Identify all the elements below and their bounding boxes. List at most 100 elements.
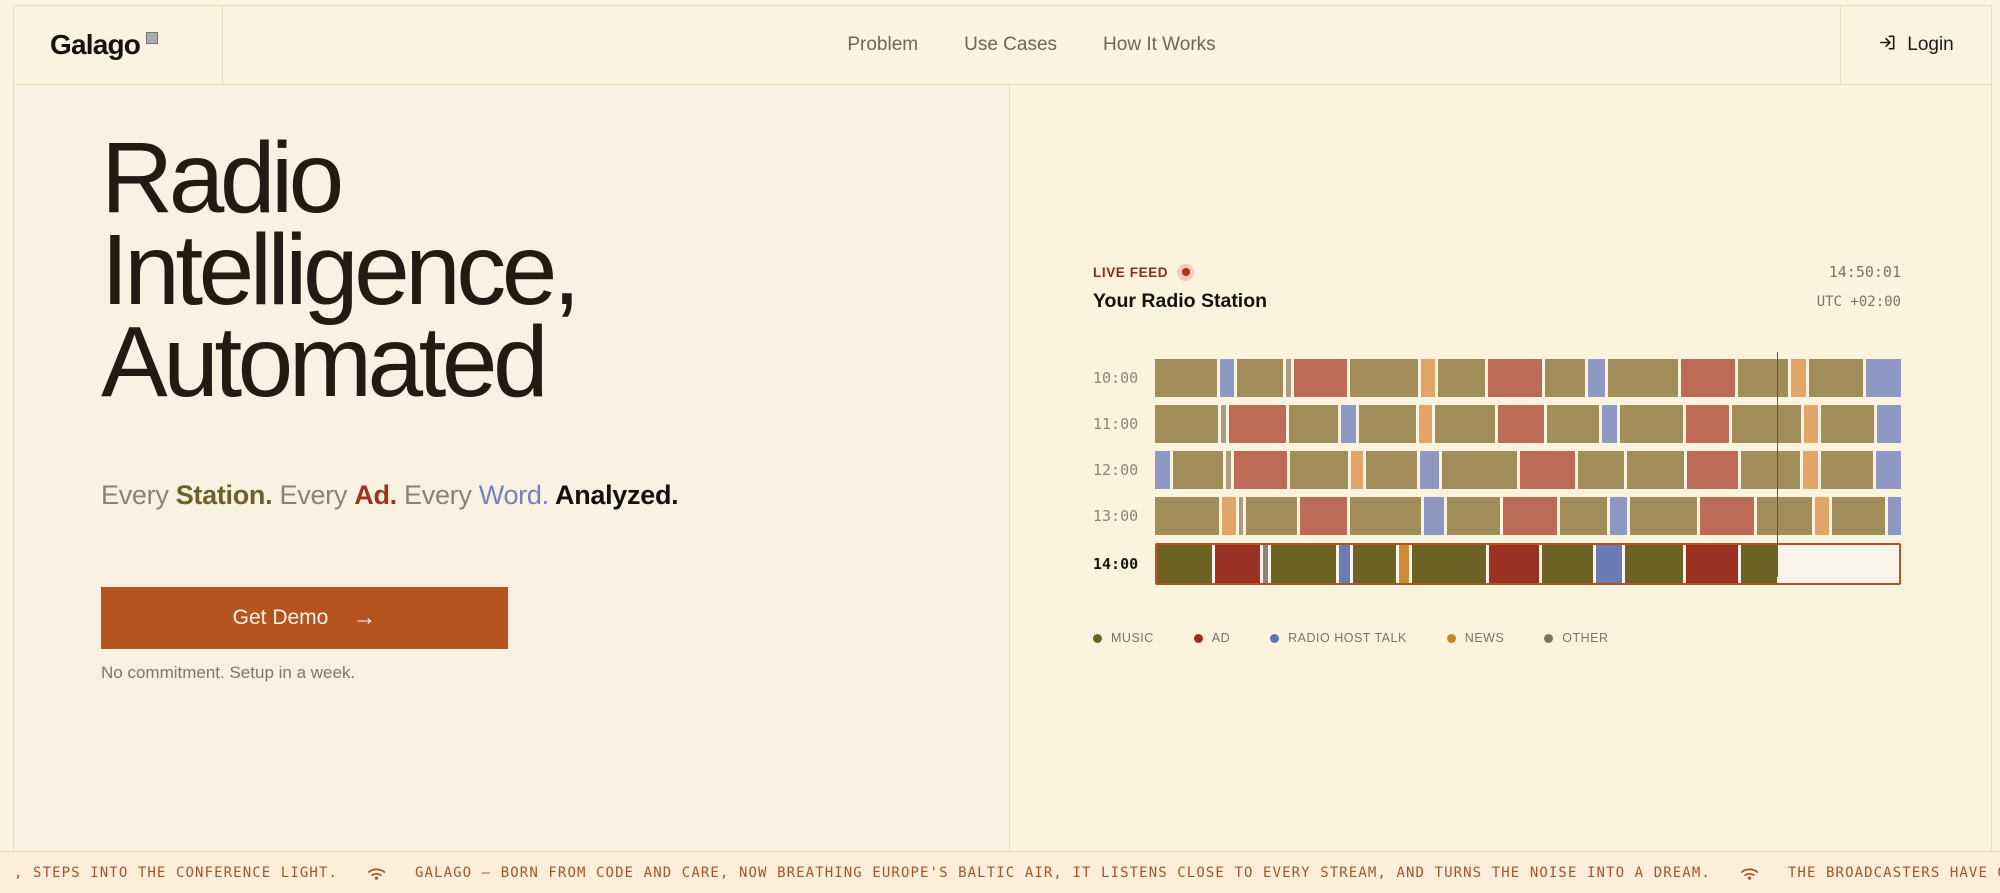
segment-music <box>1624 545 1684 583</box>
tagline-segment-muted: Every <box>396 480 479 510</box>
segment-news <box>1419 405 1433 443</box>
get-demo-label: Get Demo <box>232 606 329 629</box>
brand-name: Galago <box>50 29 141 60</box>
timeline-row-1200: 12:00 <box>1093 451 1901 489</box>
legend-dot-icon <box>1193 633 1203 643</box>
segment-ad <box>1228 405 1286 443</box>
segment-other <box>1263 545 1268 583</box>
brand-logo[interactable]: Galago <box>14 6 223 84</box>
login-button[interactable]: Login <box>1840 6 1991 84</box>
segment-news <box>1790 359 1806 397</box>
segment-host <box>1587 359 1606 397</box>
legend-dot-icon <box>1544 633 1554 643</box>
segment-music <box>1349 359 1418 397</box>
title-line-1: Radio <box>101 122 344 234</box>
legend-item-radio-host-talk: RADIO HOST TALK <box>1270 631 1407 645</box>
segment-ad <box>1498 405 1545 443</box>
segment-music <box>1740 545 1777 583</box>
segment-ad <box>1503 497 1558 535</box>
tagline-segment-ad: Ad. <box>354 480 397 510</box>
segment-music <box>1441 451 1517 489</box>
segment-ad <box>1487 359 1542 397</box>
segment-music <box>1757 497 1812 535</box>
timeline-row-label: 13:00 <box>1093 507 1139 525</box>
segment-music <box>1271 545 1336 583</box>
timeline-row-bars <box>1155 497 1901 535</box>
live-feed-badge: LIVE FEED <box>1093 263 1195 281</box>
segment-ad <box>1700 497 1755 535</box>
content: Radio Intelligence, Automated Every Stat… <box>14 85 1991 851</box>
nav-item-use-cases[interactable]: Use Cases <box>964 34 1057 56</box>
segment-music <box>1737 359 1788 397</box>
login-label: Login <box>1907 34 1954 55</box>
segment-host <box>1219 359 1235 397</box>
segment-music <box>1831 497 1885 535</box>
segment-news <box>1803 405 1819 443</box>
news-ticker: , STEPS INTO THE CONFERENCE LIGHT. GALAG… <box>0 851 2000 893</box>
live-dot-icon <box>1177 263 1195 281</box>
segment-music <box>1608 359 1678 397</box>
segment-music <box>1437 359 1485 397</box>
segment-host <box>1340 405 1357 443</box>
timeline-row-label: 10:00 <box>1093 369 1139 387</box>
segment-music <box>1560 497 1608 535</box>
segment-host <box>1610 497 1628 535</box>
segment-ad <box>1299 497 1347 535</box>
legend-item-ad: AD <box>1193 631 1231 645</box>
segment-music <box>1740 451 1800 489</box>
timezone-label: UTC +02:00 <box>1816 293 1901 310</box>
segment-news <box>1814 497 1829 535</box>
segment-host <box>1595 545 1622 583</box>
segment-music <box>1155 497 1220 535</box>
legend-label: AD <box>1211 631 1231 645</box>
segment-music <box>1627 451 1684 489</box>
segment-music <box>1353 545 1397 583</box>
segment-music <box>1808 359 1863 397</box>
radio-waves-icon <box>1738 864 1761 882</box>
segment-music <box>1411 545 1487 583</box>
timeline-row-bars <box>1155 451 1901 489</box>
segment-music <box>1820 451 1873 489</box>
radio-waves-icon <box>365 864 388 882</box>
get-demo-button[interactable]: Get Demo → <box>101 587 508 649</box>
legend-item-news: NEWS <box>1446 631 1505 645</box>
legend-label: MUSIC <box>1111 631 1154 645</box>
hero-section: Radio Intelligence, Automated Every Stat… <box>14 85 1010 851</box>
segment-ad <box>1519 451 1575 489</box>
nav-item-how-it-works[interactable]: How It Works <box>1103 34 1216 56</box>
segment-music <box>1365 451 1417 489</box>
segment-ad <box>1686 545 1738 583</box>
segment-music <box>1732 405 1801 443</box>
tagline-segment-analyzed: Analyzed. <box>548 480 679 510</box>
timeline-row-bars <box>1155 543 1901 585</box>
main-nav: Problem Use Cases How It Works <box>223 6 1840 84</box>
segment-music <box>1237 359 1284 397</box>
segment-news <box>1802 451 1818 489</box>
ticker-message: THE BROADCASTERS HAVE GATHERED IN RIGA <box>1787 864 2000 881</box>
segment-music <box>1630 497 1698 535</box>
brand-square-icon <box>146 32 159 44</box>
live-clock: 14:50:01 <box>1828 263 1901 281</box>
segment-music <box>1547 405 1599 443</box>
segment-host <box>1875 451 1901 489</box>
cta-note: No commitment. Setup in a week. <box>101 663 356 682</box>
segment-ad <box>1215 545 1261 583</box>
station-header: Your Radio Station UTC +02:00 <box>1093 290 1901 313</box>
timeline-row-1000: 10:00 <box>1093 359 1901 397</box>
legend-dot-icon <box>1093 633 1102 643</box>
live-feed-header: LIVE FEED 14:50:01 <box>1093 263 1901 281</box>
timeline-chart: 10:00 11:00 12:00 13:00 14:00 <box>1093 352 1901 585</box>
segment-host <box>1419 451 1439 489</box>
station-title: Your Radio Station <box>1093 290 1268 312</box>
segment-ad <box>1686 451 1738 489</box>
login-icon <box>1878 33 1897 57</box>
segment-news <box>1222 497 1236 535</box>
ticker-track: , STEPS INTO THE CONFERENCE LIGHT. GALAG… <box>0 864 2000 882</box>
tagline-segment-station: Station. <box>175 480 273 510</box>
segment-music <box>1447 497 1501 535</box>
legend-label: NEWS <box>1464 631 1505 645</box>
nav-item-problem[interactable]: Problem <box>847 34 918 56</box>
segment-host <box>1865 359 1901 397</box>
legend-dot-icon <box>1270 633 1280 643</box>
segment-music <box>1246 497 1297 535</box>
